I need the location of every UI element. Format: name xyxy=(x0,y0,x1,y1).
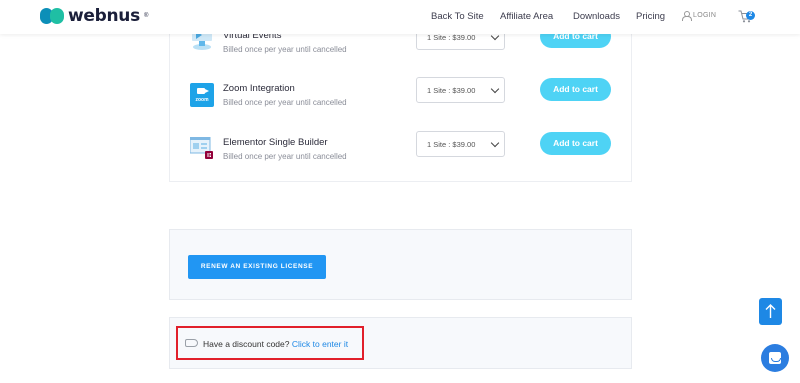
chevron-down-icon xyxy=(490,138,500,148)
product-name: Elementor Single Builder xyxy=(223,137,328,148)
checkout-page: webnus ® Back To Site Affiliate Area Down… xyxy=(0,0,800,383)
chat-launcher-button[interactable] xyxy=(761,344,789,372)
chevron-down-icon xyxy=(490,84,500,94)
discount-enter-link[interactable]: Click to enter it xyxy=(292,339,348,349)
add-to-cart-button[interactable]: Add to cart xyxy=(540,132,611,155)
discount-prompt: Have a discount code? xyxy=(203,339,290,349)
nav-affiliate-area[interactable]: Affiliate Area xyxy=(500,11,553,22)
zoom-icon: zoom xyxy=(190,83,214,107)
product-name: Zoom Integration xyxy=(223,83,295,94)
discount-prompt-line: Have a discount code? Click to enter it xyxy=(203,339,348,349)
product-billing: Billed once per year until cancelled xyxy=(223,98,347,107)
product-billing: Billed once per year until cancelled xyxy=(223,45,347,54)
license-select-value: 1 Site : $39.00 xyxy=(427,86,476,95)
product-row: Virtual Events Billed once per year unti… xyxy=(170,24,633,78)
login-link[interactable]: LOGIN xyxy=(682,11,717,21)
chat-icon xyxy=(769,352,781,364)
nav-back-to-site[interactable]: Back To Site xyxy=(431,11,484,22)
product-row: Elementor Single Builder Billed once per… xyxy=(170,131,633,185)
scroll-to-top-button[interactable] xyxy=(759,298,782,325)
arrow-up-icon xyxy=(765,304,776,318)
cart-button[interactable]: 2 xyxy=(738,10,755,24)
product-list-panel: Virtual Events Billed once per year unti… xyxy=(169,20,632,182)
tag-icon xyxy=(185,339,198,347)
user-icon xyxy=(682,11,692,21)
license-select[interactable]: 1 Site : $39.00 xyxy=(416,77,505,103)
product-billing: Billed once per year until cancelled xyxy=(223,152,347,161)
nav-pricing[interactable]: Pricing xyxy=(636,11,665,22)
brand-name: webnus xyxy=(68,6,140,26)
elementor-builder-icon xyxy=(189,136,214,159)
nav-downloads[interactable]: Downloads xyxy=(573,11,620,22)
login-label: LOGIN xyxy=(693,12,717,19)
license-select-value: 1 Site : $39.00 xyxy=(427,33,476,42)
add-to-cart-button[interactable]: Add to cart xyxy=(540,78,611,101)
license-select-value: 1 Site : $39.00 xyxy=(427,140,476,149)
zoom-icon-label: zoom xyxy=(195,97,209,103)
renew-license-button[interactable]: RENEW AN EXISTING LICENSE xyxy=(188,255,326,279)
webnus-logo-mark xyxy=(40,8,64,24)
cart-count-badge: 2 xyxy=(746,11,755,20)
site-header: webnus ® Back To Site Affiliate Area Down… xyxy=(0,0,800,34)
license-select[interactable]: 1 Site : $39.00 xyxy=(416,131,505,157)
renew-license-section: RENEW AN EXISTING LICENSE xyxy=(169,229,632,300)
registered-mark: ® xyxy=(143,13,149,19)
product-row: zoom Zoom Integration Billed once per ye… xyxy=(170,77,633,131)
webnus-logo[interactable]: webnus ® xyxy=(40,6,148,26)
